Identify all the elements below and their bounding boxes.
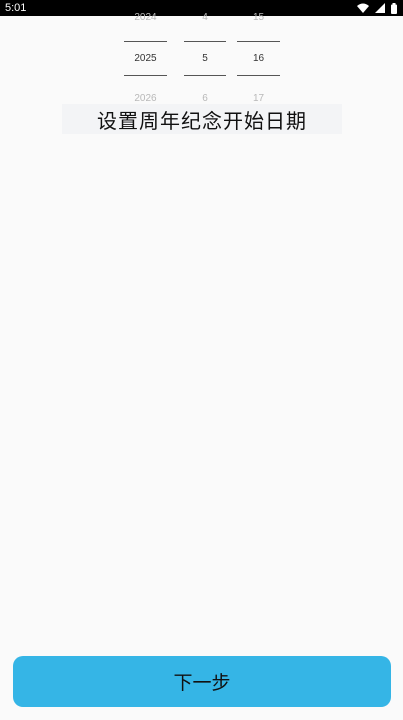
day-divider-bottom: [237, 75, 280, 76]
day-option-next[interactable]: 17: [237, 93, 280, 104]
month-wheel[interactable]: 4 5 6: [184, 0, 226, 110]
wifi-icon: [357, 3, 369, 13]
status-icons: [357, 2, 397, 14]
status-time: 5:01: [5, 2, 27, 14]
month-option-selected[interactable]: 5: [184, 53, 226, 64]
year-option-selected[interactable]: 2025: [124, 53, 167, 64]
month-divider-top: [184, 41, 226, 42]
day-wheel[interactable]: 15 16 17: [237, 0, 280, 110]
year-divider-top: [124, 41, 167, 42]
next-step-label: 下一步: [173, 672, 231, 694]
year-divider-bottom: [124, 75, 167, 76]
signal-icon: [375, 3, 385, 13]
year-option-next[interactable]: 2026: [124, 93, 167, 104]
month-option-prev[interactable]: 4: [184, 12, 226, 23]
battery-icon: [391, 2, 397, 14]
year-option-prev[interactable]: 2024: [124, 12, 167, 23]
day-option-prev[interactable]: 15: [237, 12, 280, 23]
next-step-button[interactable]: 下一步: [13, 656, 391, 707]
day-option-selected[interactable]: 16: [237, 53, 280, 64]
year-wheel[interactable]: 2024 2025 2026: [124, 0, 167, 110]
month-option-next[interactable]: 6: [184, 93, 226, 104]
month-divider-bottom: [184, 75, 226, 76]
day-divider-top: [237, 41, 280, 42]
